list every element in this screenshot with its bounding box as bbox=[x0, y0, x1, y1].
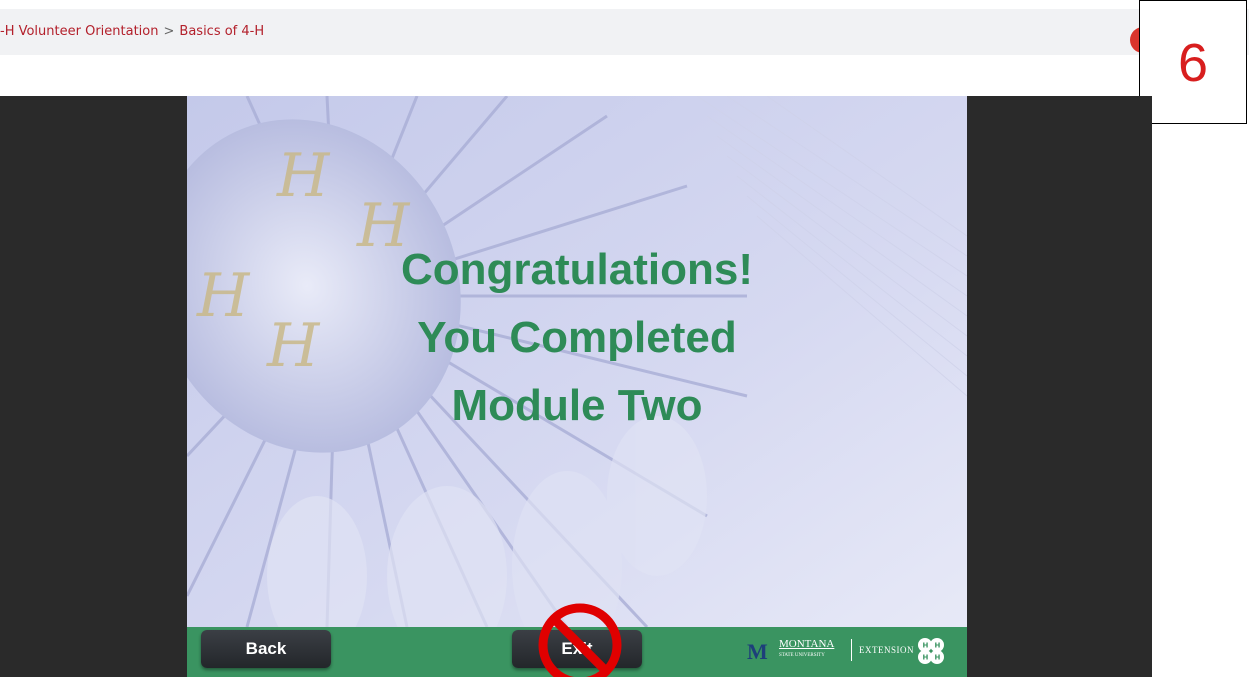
svg-text:H: H bbox=[935, 642, 941, 650]
back-button[interactable]: Back bbox=[201, 630, 331, 668]
headline-line-1: Congratulations! bbox=[401, 245, 753, 294]
logo-name: MONTANA STATE UNIVERSITY bbox=[779, 639, 834, 661]
prohibition-icon bbox=[538, 603, 622, 677]
svg-text:H: H bbox=[923, 642, 929, 650]
headline-line-3: Module Two bbox=[451, 381, 703, 430]
breadcrumb-module-link[interactable]: Basics of 4-H bbox=[179, 24, 264, 39]
headline-line-2: You Completed bbox=[417, 313, 737, 362]
logo-name-line-2: STATE UNIVERSITY bbox=[779, 653, 825, 658]
breadcrumb: -H Volunteer Orientation > Basics of 4-H bbox=[0, 9, 264, 55]
breadcrumb-separator: > bbox=[163, 24, 175, 39]
svg-text:H: H bbox=[935, 654, 941, 662]
breadcrumb-course-link[interactable]: -H Volunteer Orientation bbox=[0, 24, 159, 39]
slide: H H H H Congratulations! You Completed M… bbox=[187, 96, 967, 677]
logo-divider bbox=[851, 639, 852, 661]
svg-text:H: H bbox=[276, 141, 331, 211]
four-h-clover-icon: HH HH bbox=[918, 638, 944, 664]
svg-text:H: H bbox=[923, 654, 929, 662]
presentation-player: H H H H Congratulations! You Completed M… bbox=[0, 96, 1152, 677]
montana-m-logo: M bbox=[747, 639, 768, 664]
completion-headline: Congratulations! You Completed Module Tw… bbox=[187, 236, 967, 440]
logo-name-line-1: MONTANA bbox=[779, 638, 835, 650]
logo-extension-text: EXTENSION bbox=[859, 645, 914, 655]
course-header-bar: -H Volunteer Orientation > Basics of 4-H bbox=[0, 9, 1249, 55]
step-number-label: 6 bbox=[1139, 0, 1247, 124]
